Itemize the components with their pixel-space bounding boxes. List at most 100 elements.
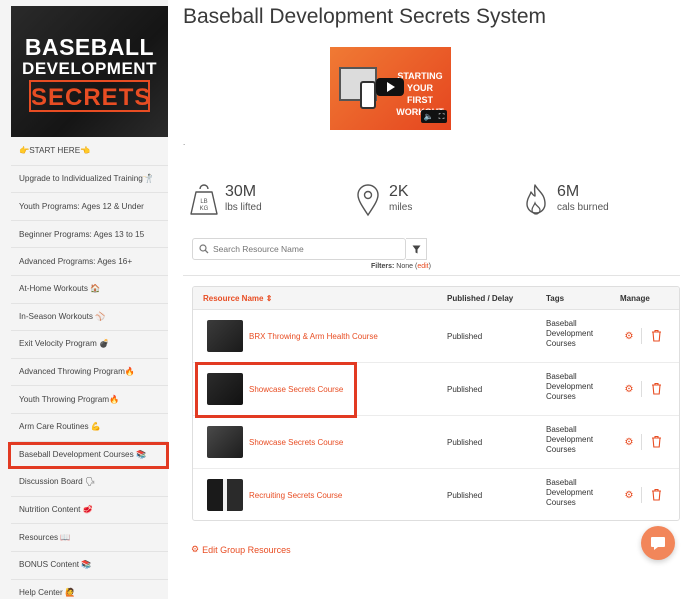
tag: Courses bbox=[546, 445, 576, 454]
stat-cals-burned: 6M cals burned bbox=[521, 183, 609, 217]
highlight-box bbox=[195, 362, 357, 418]
trash-icon[interactable] bbox=[651, 382, 662, 395]
column-header-resource-name[interactable]: Resource Name ⇕ bbox=[203, 294, 272, 303]
trash-icon[interactable] bbox=[651, 435, 662, 448]
svg-text:LB: LB bbox=[200, 199, 207, 205]
tags-cell: Baseball Development Courses bbox=[546, 372, 593, 402]
sidebar-item-at-home-workouts[interactable]: At-Home Workouts 🏠 bbox=[11, 276, 168, 304]
stat-value: 30M bbox=[225, 183, 257, 200]
tags-cell: Baseball Development Courses bbox=[546, 425, 593, 455]
logo-line-3: SECRETS bbox=[31, 84, 152, 111]
location-pin-icon bbox=[357, 184, 379, 217]
action-divider bbox=[641, 487, 642, 503]
filters-label: Filters: bbox=[371, 263, 395, 270]
tag: Development bbox=[546, 382, 594, 391]
status-text: Published bbox=[447, 438, 483, 447]
tag: Baseball bbox=[546, 425, 577, 434]
status-text: Published bbox=[447, 491, 483, 500]
table-row: BRX Throwing & Arm Health Course Publish… bbox=[193, 310, 679, 363]
search-box bbox=[192, 238, 406, 260]
column-header-manage: Manage bbox=[620, 294, 650, 303]
sidebar-item-beginner-programs[interactable]: Beginner Programs: Ages 13 to 15 bbox=[11, 221, 168, 249]
stat-label: cals burned bbox=[557, 202, 609, 213]
tags-cell: Baseball Development Courses bbox=[546, 319, 593, 349]
resource-link[interactable]: Recruiting Secrets Course bbox=[249, 491, 342, 500]
resource-link[interactable]: BRX Throwing & Arm Health Course bbox=[249, 332, 378, 341]
sidebar-item-help-center[interactable]: Help Center 🙋 bbox=[11, 580, 168, 599]
edit-group-resources-label: Edit Group Resources bbox=[202, 544, 291, 555]
fullscreen-icon[interactable]: ⛶ bbox=[439, 112, 445, 122]
sidebar-item-youth-throwing[interactable]: Youth Throwing Program🔥 bbox=[11, 386, 168, 414]
tag: Development bbox=[546, 435, 594, 444]
logo-line-2: DEVELOPMENT bbox=[22, 59, 157, 78]
divider bbox=[183, 275, 680, 276]
sidebar-item-youth-programs[interactable]: Youth Programs: Ages 12 & Under bbox=[11, 193, 168, 221]
filters-edit-link[interactable]: edit bbox=[417, 263, 428, 270]
tag: Baseball bbox=[546, 372, 577, 381]
tag: Courses bbox=[546, 392, 576, 401]
volume-icon[interactable]: 🔈 bbox=[424, 112, 434, 121]
chat-button[interactable] bbox=[641, 526, 675, 560]
table-row: Recruiting Secrets Course Published Base… bbox=[193, 469, 679, 520]
stat-label: miles bbox=[389, 202, 413, 213]
stat-value: 2K bbox=[389, 183, 409, 200]
stat-label: lbs lifted bbox=[225, 202, 262, 213]
sidebar-item-individualized-training[interactable]: Upgrade to Individualized Training🤺 bbox=[11, 166, 168, 194]
sidebar-item-start-here[interactable]: 👉START HERE👈 bbox=[11, 138, 168, 166]
sidebar-item-development-courses[interactable]: Baseball Development Courses 📚 bbox=[8, 441, 169, 470]
logo-secrets-box: SECRETS bbox=[29, 80, 150, 112]
sidebar-item-nutrition[interactable]: Nutrition Content 🥩 bbox=[11, 497, 168, 525]
action-divider bbox=[641, 328, 642, 344]
tag: Development bbox=[546, 329, 594, 338]
search-input[interactable] bbox=[213, 244, 403, 254]
search-icon bbox=[199, 244, 209, 254]
sidebar-item-arm-care[interactable]: Arm Care Routines 💪 bbox=[11, 414, 168, 442]
intro-video[interactable]: STARTING YOUR FIRST WORKOUT 🔈 ⛶ bbox=[330, 47, 451, 130]
chat-icon bbox=[651, 536, 665, 550]
trash-icon[interactable] bbox=[651, 329, 662, 342]
sidebar-item-advanced-programs[interactable]: Advanced Programs: Ages 16+ bbox=[11, 248, 168, 276]
video-phone-graphic bbox=[360, 81, 376, 109]
gear-icon[interactable]: ⚙ bbox=[623, 383, 635, 395]
action-divider bbox=[641, 434, 642, 450]
gear-icon[interactable]: ⚙ bbox=[623, 436, 635, 448]
play-icon[interactable] bbox=[376, 78, 404, 96]
status-text: Published bbox=[447, 385, 483, 394]
sidebar: BASEBALL DEVELOPMENT SECRETS 👉START HERE… bbox=[0, 0, 169, 599]
sidebar-item-exit-velocity[interactable]: Exit Velocity Program 💣 bbox=[11, 331, 168, 359]
tag: Baseball bbox=[546, 478, 577, 487]
stat-miles: 2K miles bbox=[353, 183, 412, 217]
filters-summary: Filters: None (edit) bbox=[371, 263, 431, 270]
tag: Baseball bbox=[546, 319, 577, 328]
brand-logo[interactable]: BASEBALL DEVELOPMENT SECRETS bbox=[11, 6, 168, 137]
table-header: Resource Name ⇕ Published / Delay Tags M… bbox=[193, 287, 679, 310]
sidebar-nav: 👉START HERE👈 Upgrade to Individualized T… bbox=[8, 138, 169, 599]
sidebar-item-bonus-content[interactable]: BONUS Content 📚 bbox=[11, 552, 168, 580]
column-header-tags: Tags bbox=[546, 294, 565, 303]
sidebar-item-discussion-board[interactable]: Discussion Board 🗣 bbox=[11, 469, 168, 497]
tag: Development bbox=[546, 488, 594, 497]
video-controls[interactable]: 🔈 ⛶ bbox=[421, 110, 447, 123]
column-header-status: Published / Delay bbox=[447, 294, 514, 303]
course-thumbnail[interactable] bbox=[207, 479, 243, 511]
action-divider bbox=[641, 381, 642, 397]
sidebar-item-in-season-workouts[interactable]: In-Season Workouts ⚾ bbox=[11, 304, 168, 332]
trash-icon[interactable] bbox=[651, 488, 662, 501]
resource-link[interactable]: Showcase Secrets Course bbox=[249, 438, 343, 447]
stat-value: 6M bbox=[557, 183, 580, 200]
gear-icon[interactable]: ⚙ bbox=[623, 489, 635, 501]
sidebar-item-resources[interactable]: Resources 📖 bbox=[11, 524, 168, 552]
page-title: Baseball Development Secrets System bbox=[183, 5, 546, 28]
gear-icon: ⚙ bbox=[191, 544, 200, 554]
stat-lbs-lifted: LB KG 30M lbs lifted bbox=[189, 183, 262, 217]
logo-line-1: BASEBALL bbox=[24, 34, 155, 60]
course-thumbnail[interactable] bbox=[207, 426, 243, 458]
edit-group-resources-link[interactable]: ⚙ Edit Group Resources bbox=[191, 544, 291, 555]
filter-button[interactable] bbox=[406, 238, 427, 260]
filter-icon bbox=[412, 245, 420, 253]
course-thumbnail[interactable] bbox=[207, 320, 243, 352]
filters-value: None bbox=[396, 263, 414, 270]
gear-icon[interactable]: ⚙ bbox=[623, 330, 635, 342]
weight-icon: LB KG bbox=[190, 184, 218, 215]
sidebar-item-advanced-throwing[interactable]: Advanced Throwing Program🔥 bbox=[11, 359, 168, 387]
